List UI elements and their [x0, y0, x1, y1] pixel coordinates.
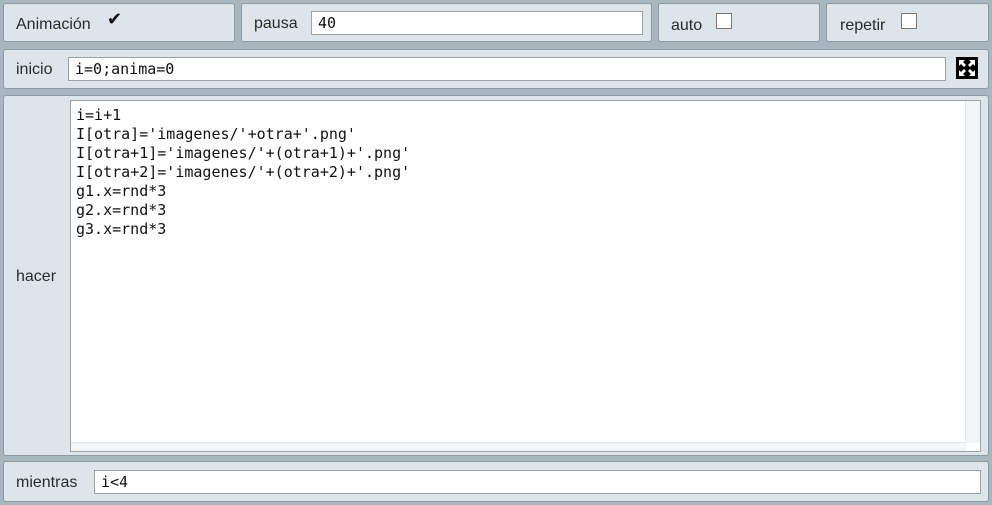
- repetir-label: repetir: [840, 17, 886, 34]
- animacion-panel: Animación ✔: [3, 3, 235, 42]
- pausa-input[interactable]: 40: [311, 11, 643, 35]
- pausa-label: pausa: [254, 15, 298, 32]
- auto-panel: auto: [658, 3, 820, 42]
- mientras-panel: mientras i<4: [3, 461, 989, 502]
- auto-label: auto: [671, 17, 703, 34]
- animacion-checkbox[interactable]: ✔: [105, 10, 122, 30]
- vertical-scrollbar[interactable]: [965, 101, 980, 443]
- code-line: I[otra+1]='imagenes/'+(otra+1)+'.png': [76, 144, 411, 162]
- pausa-panel: pausa 40: [241, 3, 652, 42]
- repetir-panel: repetir: [826, 3, 989, 42]
- hacer-label: hacer: [16, 268, 57, 285]
- inicio-label: inicio: [16, 61, 53, 78]
- animacion-label: Animación: [16, 16, 91, 33]
- auto-checkbox[interactable]: [716, 13, 732, 29]
- mientras-label: mientras: [16, 474, 78, 491]
- checkmark-icon: ✔: [107, 9, 123, 30]
- inicio-panel: inicio i=0;anima=0: [3, 49, 989, 89]
- horizontal-scrollbar[interactable]: [71, 442, 966, 451]
- expand-icon[interactable]: [956, 57, 978, 79]
- code-line: i=i+1: [76, 106, 122, 124]
- mientras-input[interactable]: i<4: [94, 470, 981, 494]
- code-line: g1.x=rnd*3: [76, 182, 167, 200]
- code-line: I[otra]='imagenes/'+otra+'.png': [76, 125, 356, 143]
- inicio-input[interactable]: i=0;anima=0: [68, 57, 946, 81]
- repetir-checkbox[interactable]: [901, 13, 917, 29]
- hacer-panel: hacer i=i+1 I[otra]='imagenes/'+otra+'.p…: [3, 95, 989, 456]
- code-line: g3.x=rnd*3: [76, 220, 167, 238]
- code-line: g2.x=rnd*3: [76, 201, 167, 219]
- hacer-textarea[interactable]: i=i+1 I[otra]='imagenes/'+otra+'.png' I[…: [70, 100, 981, 452]
- code-line: I[otra+2]='imagenes/'+(otra+2)+'.png': [76, 163, 411, 181]
